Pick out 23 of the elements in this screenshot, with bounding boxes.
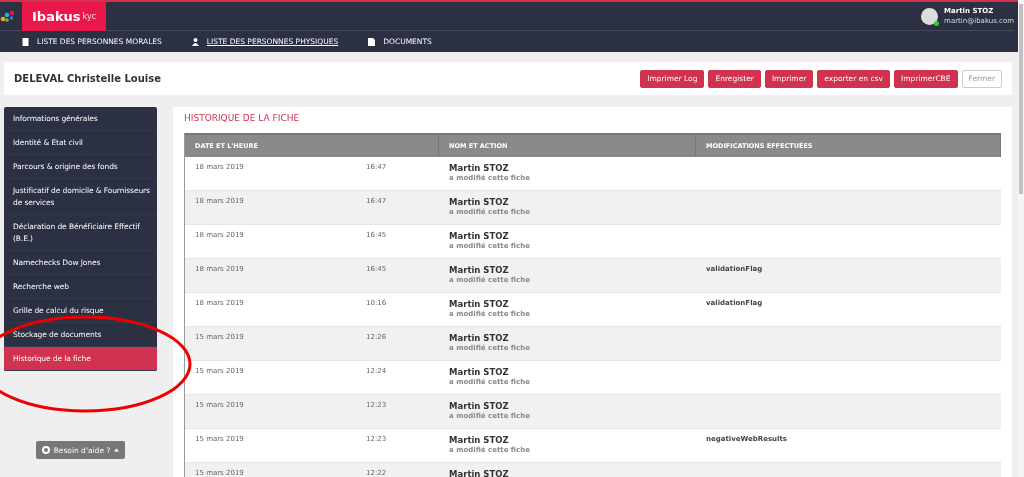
user-name-cell-text: Martin STOZ: [449, 401, 510, 411]
online-dot: [934, 20, 940, 26]
brand-name: Ibakus: [32, 8, 81, 24]
lifebuoy-icon: [41, 446, 50, 454]
building-icon: [22, 37, 29, 46]
user-name-cell-text: Martin STOZ: [449, 367, 510, 377]
user-name-cell-text: Martin STOZ: [449, 435, 510, 445]
avatar[interactable]: [921, 7, 939, 25]
user-name-cell-text: Martin STOZ: [449, 469, 510, 477]
brand-suffix: kyc: [82, 11, 97, 21]
file-icon: [368, 37, 376, 46]
user-icon: [191, 37, 199, 46]
user-name-cell-text: Martin STOZ: [449, 333, 510, 343]
section-title: HISTORIQUE DE LA FICHE: [184, 113, 301, 123]
user-name-cell-text: Martin STOZ: [449, 163, 510, 173]
caret-icon: [114, 448, 120, 452]
record-title: DELEVAL Christelle Louise: [14, 73, 161, 84]
user-name-cell-text: Martin STOZ: [449, 231, 510, 241]
user-name-cell-text: Martin STOZ: [449, 299, 510, 309]
user-name-cell-text: Martin STOZ: [449, 197, 510, 207]
logo-icon: [0, 10, 16, 22]
scrollbar[interactable]: [1018, 0, 1024, 477]
user-name-cell-text: Martin STOZ: [449, 265, 510, 275]
